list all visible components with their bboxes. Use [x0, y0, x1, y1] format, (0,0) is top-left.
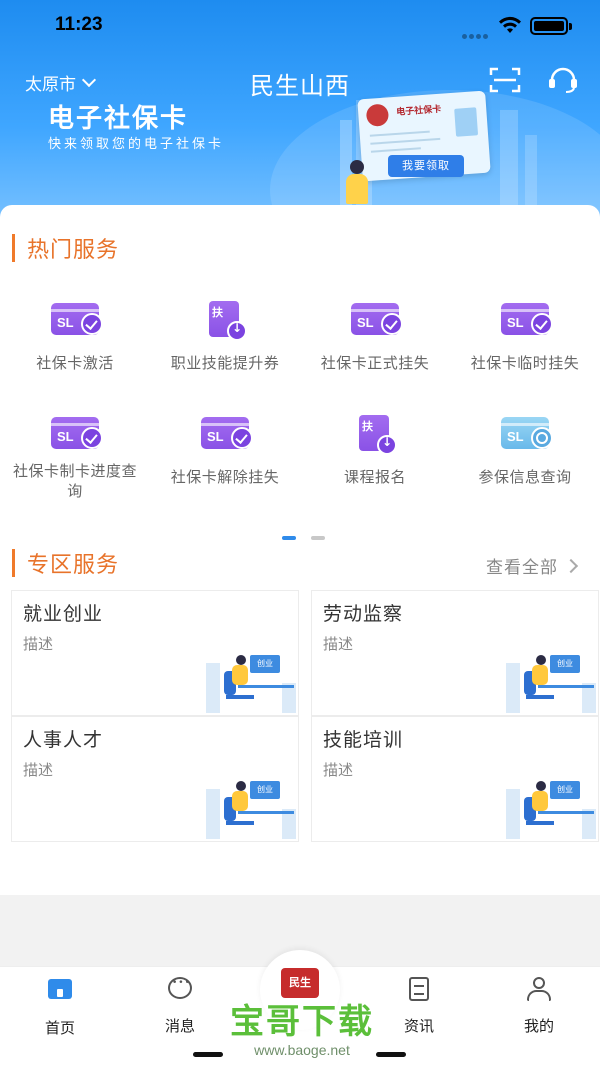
claim-card-button[interactable]: 我要领取 — [388, 155, 464, 177]
zone-desc: 描述 — [23, 761, 54, 779]
service-item-card-progress[interactable]: SL 社保卡制卡进度查询 — [0, 415, 150, 501]
service-item-skill-voucher[interactable]: 扶 职业技能提升券 — [150, 301, 300, 373]
message-icon — [168, 977, 192, 999]
zone-desc: 描述 — [23, 635, 54, 653]
watermark-brand: 宝哥下载 — [230, 1002, 374, 1042]
customer-service-icon[interactable] — [547, 64, 579, 94]
banner-building-decoration — [500, 110, 518, 210]
page-dot — [311, 536, 326, 540]
status-time: 11:23 — [55, 14, 103, 35]
service-label: 参保信息查询 — [478, 468, 572, 486]
zone-services-title: 专区服务 — [27, 553, 120, 578]
tab-label: 资讯 — [403, 1017, 434, 1035]
service-item-temp-loss-report[interactable]: SL 社保卡临时挂失 — [450, 301, 600, 373]
news-icon — [409, 977, 429, 1001]
section-accent-bar — [12, 234, 15, 262]
hot-services-header: 热门服务 — [12, 232, 119, 264]
zone-desc: 描述 — [323, 635, 354, 653]
page-indicator — [282, 525, 335, 544]
tab-news[interactable]: 资讯 — [379, 977, 459, 1036]
user-icon — [526, 977, 552, 1001]
zone-title: 劳动监察 — [323, 603, 404, 625]
card-label: 电子社保卡 — [395, 104, 442, 118]
zone-services-header: 专区服务 — [12, 547, 119, 579]
watermark: 宝哥下载 www.baoge.net — [222, 1003, 382, 1059]
service-label: 社保卡解除挂失 — [170, 468, 280, 486]
tab-messages[interactable]: 消息 — [140, 977, 220, 1036]
zone-desc: 描述 — [323, 761, 354, 779]
wifi-icon — [499, 16, 521, 33]
sl-card-check-icon: SL — [201, 417, 253, 449]
office-worker-illustration: 创业 — [206, 779, 298, 839]
service-label: 社保卡正式挂失 — [320, 354, 430, 372]
sl-card-check-icon: SL — [51, 417, 103, 449]
scan-icon[interactable] — [489, 66, 521, 94]
sl-card-check-icon: SL — [351, 303, 403, 335]
person-illustration — [342, 160, 372, 206]
service-item-formal-loss-report[interactable]: SL 社保卡正式挂失 — [300, 301, 450, 373]
home-icon — [48, 979, 72, 999]
office-worker-illustration: 创业 — [506, 779, 598, 839]
home-indicator — [376, 1052, 406, 1057]
office-worker-illustration: 创业 — [206, 653, 298, 713]
center-logo-icon[interactable]: 民生 — [281, 968, 319, 998]
promo-subtitle: 快来领取您的电子社保卡 — [48, 137, 225, 152]
sl-card-search-icon: SL — [501, 417, 553, 449]
sl-card-check-icon: SL — [51, 303, 103, 335]
service-label: 社保卡激活 — [36, 354, 114, 372]
service-label: 社保卡制卡进度查询 — [12, 462, 137, 500]
zone-card-skill-training[interactable]: 技能培训 描述 创业 — [311, 716, 599, 842]
chevron-right-icon — [563, 558, 579, 573]
zone-title: 人事人才 — [23, 729, 104, 751]
hot-services-title: 热门服务 — [27, 238, 120, 263]
zone-title: 技能培训 — [323, 729, 404, 751]
service-label: 课程报名 — [343, 468, 406, 486]
doc-download-icon: 扶 — [209, 301, 247, 341]
tab-label: 首页 — [44, 1019, 75, 1037]
zone-card-labor-inspection[interactable]: 劳动监察 描述 创业 — [311, 590, 599, 716]
sl-card-check-icon: SL — [501, 303, 553, 335]
doc-download-icon: 扶 — [359, 415, 397, 455]
office-worker-illustration: 创业 — [506, 653, 598, 713]
page-dot-active — [282, 536, 296, 540]
battery-icon — [530, 17, 572, 35]
view-all-label: 查看全部 — [486, 558, 558, 578]
tab-label: 消息 — [164, 1017, 195, 1035]
zone-card-personnel[interactable]: 人事人才 描述 创业 — [11, 716, 299, 842]
card-photo-icon — [454, 107, 479, 137]
promo-title[interactable]: 电子社保卡 — [48, 98, 188, 135]
service-item-card-activate[interactable]: SL 社保卡激活 — [0, 301, 150, 373]
service-item-cancel-loss[interactable]: SL 社保卡解除挂失 — [150, 415, 300, 487]
view-all-link[interactable]: 查看全部 — [486, 553, 579, 578]
tab-profile[interactable]: 我的 — [499, 977, 579, 1036]
watermark-url: www.baoge.net — [254, 1042, 350, 1058]
service-label: 社保卡临时挂失 — [470, 354, 580, 372]
signal-dots-icon — [462, 24, 492, 39]
service-label: 职业技能提升券 — [170, 354, 280, 372]
zone-title: 就业创业 — [23, 603, 104, 625]
tab-home[interactable]: 首页 — [20, 977, 100, 1038]
service-item-insurance-query[interactable]: SL 参保信息查询 — [450, 415, 600, 487]
home-indicator — [193, 1052, 223, 1057]
section-accent-bar — [12, 549, 15, 577]
status-bar: 11:23 — [0, 0, 600, 54]
tab-label: 我的 — [523, 1017, 554, 1035]
zone-card-employment[interactable]: 就业创业 描述 创业 — [11, 590, 299, 716]
emblem-icon — [365, 103, 390, 127]
header-banner: 11:23 太原市 民生山西 电子社保卡 快来领取您的电子社保卡 电子社保卡 我… — [0, 0, 600, 230]
service-item-course-signup[interactable]: 扶 课程报名 — [300, 415, 450, 487]
banner-building-decoration — [525, 135, 537, 215]
main-content: 热门服务 SL 社保卡激活 扶 职业技能提升券 SL 社保卡正式挂失 SL 社保… — [0, 205, 600, 895]
